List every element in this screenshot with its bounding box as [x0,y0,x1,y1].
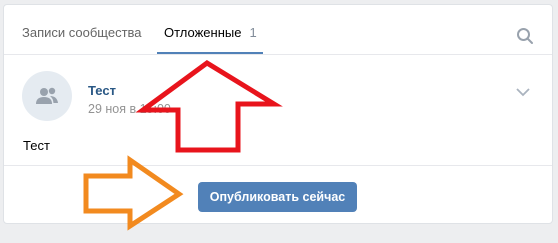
divider [4,165,552,166]
post-date[interactable]: 29 ноя в 15:00 [88,102,171,116]
tab-postponed-label: Отложенные [164,25,242,40]
post-author[interactable]: Тест [88,83,116,98]
avatar[interactable] [22,71,72,121]
tab-postponed-count: 1 [249,25,257,40]
publish-now-button[interactable]: Опубликовать сейчас [198,182,357,212]
wall-tabs: Записи сообщества Отложенные 1 [4,5,552,55]
wall-card: Записи сообщества Отложенные 1 Тест 29 но… [3,4,553,224]
tab-community-posts[interactable]: Записи сообщества [22,5,142,54]
chevron-down-icon[interactable] [516,87,530,97]
tab-postponed[interactable]: Отложенные 1 [164,5,257,54]
tab-community-posts-label: Записи сообщества [22,25,142,40]
active-tab-indicator [157,52,263,54]
post-text: Тест [23,138,50,153]
search-icon[interactable] [516,27,534,45]
community-avatar-icon [36,87,58,104]
